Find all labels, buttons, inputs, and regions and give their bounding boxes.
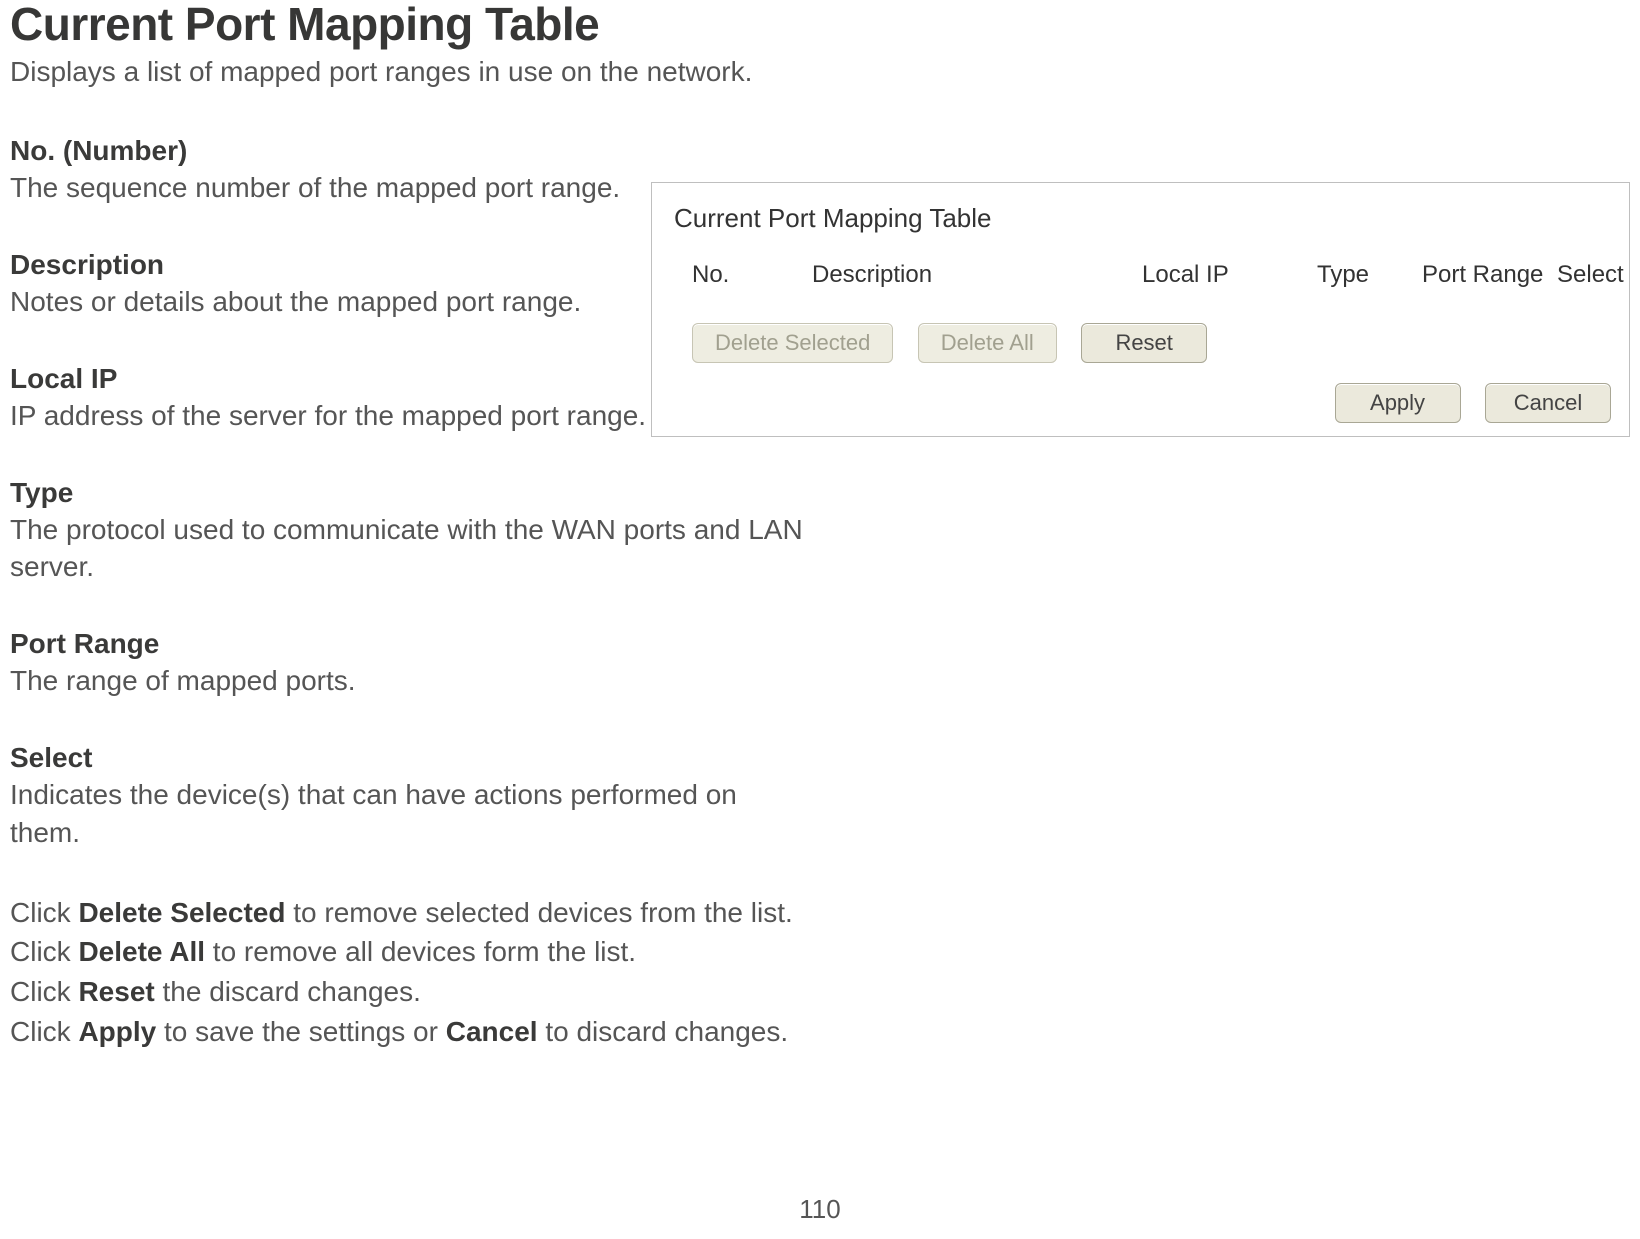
action-apply-cancel: Click Apply to save the settings or Canc… (10, 1013, 810, 1051)
col-header-no: No. (692, 261, 729, 289)
field-select-label: Select (10, 742, 810, 774)
field-select-desc: Indicates the device(s) that can have ac… (10, 776, 810, 852)
delete-all-button[interactable]: Delete All (918, 323, 1057, 363)
col-header-select: Select (1557, 261, 1624, 289)
page-number: 110 (0, 1194, 1640, 1225)
col-header-type: Type (1317, 261, 1369, 289)
page-subtitle: Displays a list of mapped port ranges in… (10, 54, 810, 89)
field-portrange-desc: The range of mapped ports. (10, 662, 810, 700)
delete-selected-button[interactable]: Delete Selected (692, 323, 893, 363)
field-portrange-label: Port Range (10, 628, 810, 660)
page-title: Current Port Mapping Table (10, 0, 810, 48)
reset-button[interactable]: Reset (1081, 323, 1207, 363)
apply-button[interactable]: Apply (1335, 383, 1461, 423)
cancel-button[interactable]: Cancel (1485, 383, 1611, 423)
panel-title: Current Port Mapping Table (674, 203, 991, 234)
action-reset: Click Reset the discard changes. (10, 973, 810, 1011)
action-delete-all: Click Delete All to remove all devices f… (10, 933, 810, 971)
action-delete-selected: Click Delete Selected to remove selected… (10, 894, 810, 932)
field-no-label: No. (Number) (10, 135, 810, 167)
port-mapping-panel: Current Port Mapping Table No. Descripti… (651, 182, 1630, 437)
field-type-desc: The protocol used to communicate with th… (10, 511, 810, 587)
col-header-port-range: Port Range (1422, 261, 1543, 289)
col-header-description: Description (812, 261, 932, 289)
col-header-local-ip: Local IP (1142, 261, 1229, 289)
field-type-label: Type (10, 477, 810, 509)
